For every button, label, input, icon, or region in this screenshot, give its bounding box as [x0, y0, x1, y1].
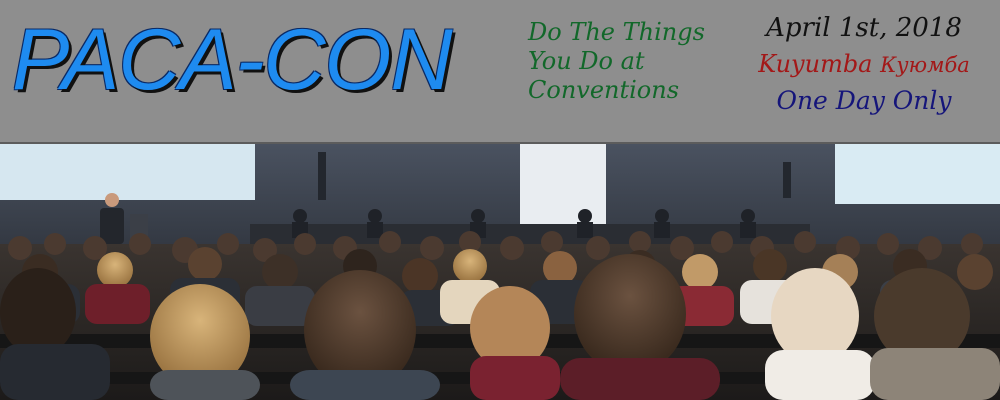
wall-panel-left [0, 144, 255, 200]
wall-slit-1 [318, 152, 326, 200]
wall-slit-2 [783, 162, 791, 198]
event-info: April 1st, 2018 Kuyumba Куюмба One Day O… [736, 10, 992, 119]
venue-name-cyrillic: Куюмба [880, 53, 970, 77]
audience-illustration [0, 144, 1000, 400]
event-venue: Kuyumba Куюмба [736, 46, 992, 83]
event-tagline: Do The Things You Do at Conventions [528, 18, 705, 104]
header-band: PACA-CON Do The Things You Do at Convent… [0, 0, 1000, 144]
event-date: April 1st, 2018 [766, 13, 962, 43]
event-duration: One Day Only [776, 86, 952, 115]
event-title: PACA-CON [12, 12, 453, 108]
conference-audience-photo [0, 144, 1000, 400]
event-banner: PACA-CON Do The Things You Do at Convent… [0, 0, 1000, 400]
venue-name: Kuyumba [758, 50, 873, 78]
wall-panel-right [835, 144, 1000, 204]
wall-panel-center [520, 144, 606, 236]
